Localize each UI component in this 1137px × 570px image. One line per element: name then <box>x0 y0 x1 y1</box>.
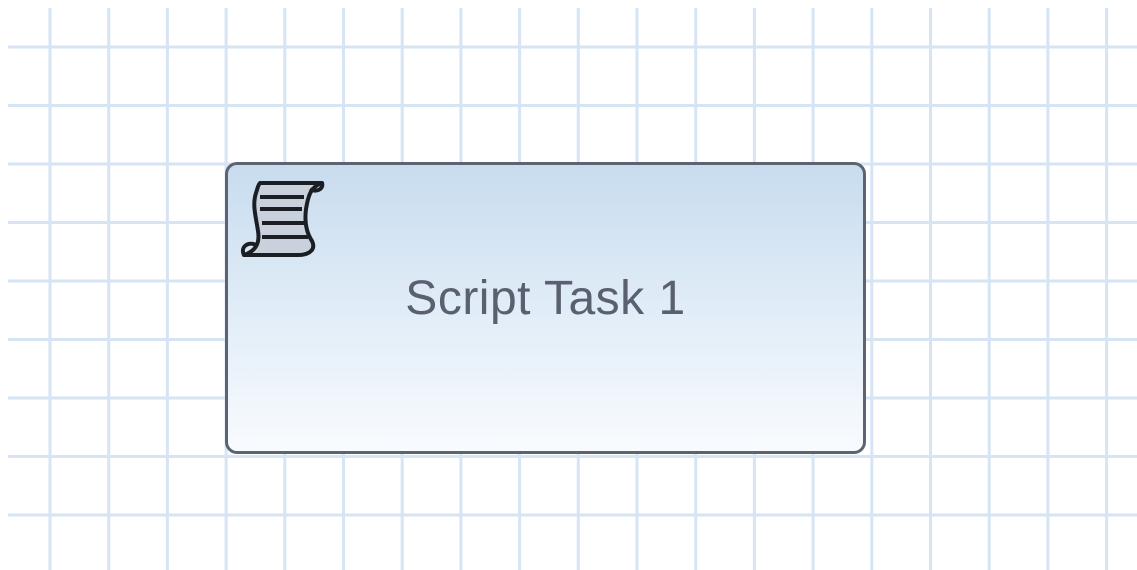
script-scroll-icon <box>241 181 325 257</box>
task-label: Script Task 1 <box>405 272 686 325</box>
diagram-canvas[interactable]: Script Task 1 <box>0 0 1137 570</box>
script-task-node[interactable]: Script Task 1 <box>225 162 866 454</box>
